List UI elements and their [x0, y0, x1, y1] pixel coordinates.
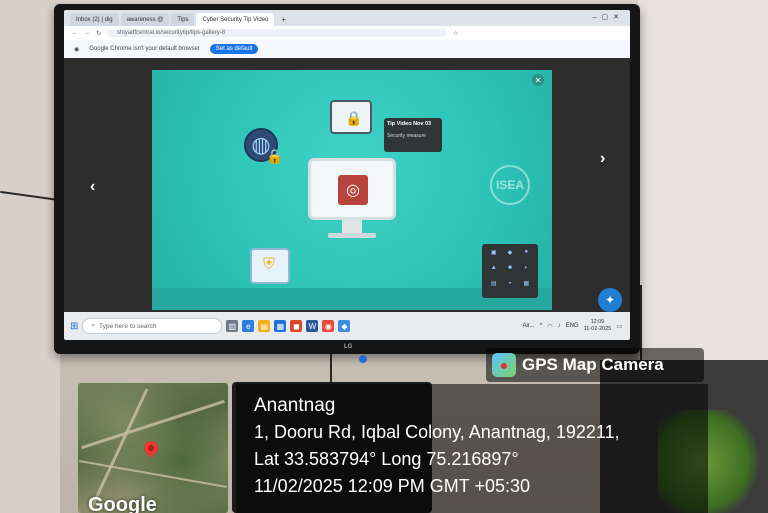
tray-icon[interactable]: ▣ — [487, 249, 500, 262]
next-arrow-icon[interactable]: › — [600, 150, 605, 168]
tooltip-title: Tip Video Nov 03 — [387, 121, 432, 127]
location-coordinates: Lat 33.583794° Long 75.216897° — [254, 449, 519, 469]
search-icon: ⌕ — [91, 322, 96, 329]
gps-camera-header: ● GPS Map Camera — [486, 348, 704, 382]
location-city: Anantnag — [254, 395, 336, 416]
default-browser-infobar: ◉ Google Chrome isn't your default brows… — [64, 40, 630, 58]
monitor-base — [328, 233, 376, 238]
close-icon[interactable]: ✕ — [532, 74, 544, 86]
search-placeholder: Type here to search — [99, 322, 157, 330]
infobar-text: Google Chrome isn't your default browser — [89, 46, 200, 52]
monitor-stand — [342, 220, 362, 234]
assistant-bubble-icon[interactable]: ✦ — [598, 288, 622, 312]
clock-time: 12:09 — [590, 319, 605, 325]
map-road — [90, 388, 149, 508]
shield-icon: ⛨ — [263, 256, 276, 273]
shield-card: ⛨ — [250, 248, 290, 284]
wall-left — [0, 0, 60, 513]
new-tab-icon[interactable]: + — [276, 13, 291, 26]
app-icon[interactable]: ◆ — [338, 320, 351, 332]
set-default-button[interactable]: Set as default — [209, 44, 259, 54]
tip-tooltip: Tip Video Nov 03 Security measure — [384, 118, 442, 152]
tray-flyout: ▣ ◆ ● ▲ ■ ◐ ▤ ◒ ▦ — [482, 244, 538, 298]
browser-tab[interactable]: awareness @ — [120, 13, 170, 26]
tray-icon[interactable]: ◆ — [503, 249, 516, 262]
taskbar-search-input[interactable]: ⌕ Type here to search — [82, 318, 223, 334]
tooltip-subtitle: Security measure — [387, 133, 426, 139]
map-thumbnail: Google — [78, 383, 228, 513]
browser-tab[interactable]: Tips — [171, 13, 195, 26]
url-input[interactable]: shiyadfcentral.io/securitytip/tips-galle… — [107, 29, 448, 37]
system-tray: Air... ^ ◠ ♪ ENG 12:09 11-02-2025 ▭ — [522, 319, 630, 333]
file-explorer-icon[interactable]: ▤ — [258, 320, 271, 332]
browser-tab-active[interactable]: Cyber Security Tip Video — [196, 13, 275, 26]
clock-date: 11-02-2025 — [583, 326, 612, 332]
location-info-panel: Anantnag 1, Dooru Rd, Iqbal Colony, Anan… — [236, 384, 708, 513]
tray-icon[interactable]: ▤ — [487, 280, 500, 293]
tray-icon[interactable]: ▦ — [520, 280, 533, 293]
location-datetime: 11/02/2025 12:09 PM GMT +05:30 — [254, 476, 531, 496]
chrome-taskbar-icon[interactable]: ◉ — [322, 320, 335, 332]
padlock-icon: 🔒 — [266, 148, 284, 164]
notification-icon[interactable]: ▭ — [616, 323, 622, 330]
word-icon[interactable]: W — [306, 320, 319, 332]
window-controls[interactable]: –▢✕ — [593, 13, 624, 21]
tray-icon[interactable]: ▲ — [487, 265, 500, 277]
tv-brand-logo: LG — [344, 344, 353, 350]
reload-icon[interactable]: ↻ — [96, 30, 101, 37]
prev-arrow-icon[interactable]: ‹ — [90, 178, 95, 196]
chevron-up-icon[interactable]: ^ — [540, 323, 543, 329]
taskbar-clock[interactable]: 12:09 11-02-2025 — [584, 319, 612, 333]
gps-app-title: GPS Map Camera — [522, 355, 664, 374]
location-address: 1, Dooru Rd, Iqbal Colony, Anantnag, 192… — [254, 422, 620, 442]
task-view-icon[interactable]: ▥ — [226, 320, 239, 332]
tray-icon[interactable]: ● — [520, 249, 533, 262]
store-icon[interactable]: ▦ — [274, 320, 287, 332]
star-icon[interactable]: ☆ — [453, 30, 458, 37]
windows-start-icon[interactable]: ⊞ — [70, 321, 78, 332]
lock-icon: 🔒 — [345, 110, 363, 126]
google-map-label: Google — [88, 494, 157, 513]
tray-icon[interactable]: ◒ — [503, 280, 516, 293]
chrome-icon: ◉ — [74, 46, 80, 53]
slide-viewer: ‹ › ✕ 🔒 ◍ 🔒 ◎ ⛨ ISEA Tip Video Nov 03 Se… — [64, 58, 630, 312]
back-icon[interactable]: ← — [72, 30, 78, 36]
power-led — [359, 355, 367, 363]
forward-icon[interactable]: → — [84, 30, 90, 36]
map-pin-dot — [148, 445, 154, 451]
lock-card: 🔒 — [330, 100, 372, 134]
office-icon[interactable]: ◼ — [290, 320, 303, 332]
television: Inbox (2) | dig awareness @ Tips Cyber S… — [54, 4, 640, 363]
browser-tab-bar: Inbox (2) | dig awareness @ Tips Cyber S… — [64, 10, 630, 26]
tray-icon[interactable]: ◐ — [520, 265, 533, 277]
wifi-icon[interactable]: ◠ — [547, 323, 552, 330]
address-bar: ← → ↻ shiyadfcentral.io/securitytip/tips… — [64, 26, 630, 40]
language-indicator[interactable]: ENG — [566, 323, 579, 329]
weather-label[interactable]: Air... — [522, 323, 534, 329]
isea-watermark: ISEA — [490, 165, 530, 205]
fingerprint-icon: ◎ — [338, 175, 368, 205]
gps-camera-logo-icon: ● — [492, 353, 516, 377]
browser-tab[interactable]: Inbox (2) | dig — [70, 13, 119, 26]
tv-screen: Inbox (2) | dig awareness @ Tips Cyber S… — [64, 10, 630, 340]
edge-icon[interactable]: e — [242, 320, 255, 332]
windows-taskbar: ⊞ ⌕ Type here to search ▥ e ▤ ▦ ◼ W ◉ ◆ … — [64, 312, 630, 340]
monitor-illustration: ◎ — [308, 158, 396, 220]
volume-icon[interactable]: ♪ — [558, 323, 561, 329]
tray-icon[interactable]: ■ — [503, 265, 516, 277]
